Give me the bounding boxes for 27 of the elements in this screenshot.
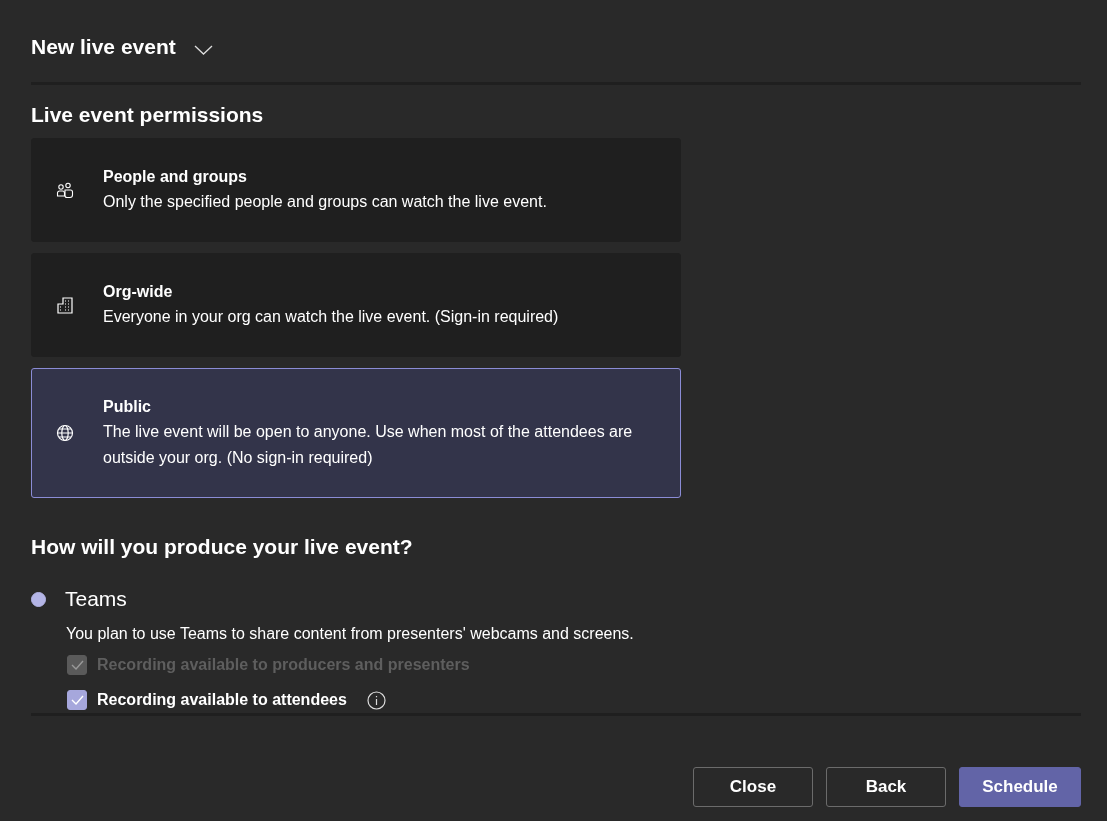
- permission-option[interactable]: People and groups Only the specified people and groups can watch the live event.: [31, 138, 681, 242]
- checkbox-label: Recording available to attendees: [97, 691, 347, 709]
- section-heading: How will you produce your live event?: [31, 535, 414, 559]
- permission-option[interactable]: Public The live event will be open to anyone. Use when most of the attendees are outside your org. (No sign-in required): [31, 368, 681, 498]
- option-description: Only the specified people and groups can watch the live event.: [103, 192, 547, 212]
- radio-button[interactable]: [31, 591, 46, 607]
- option-title: Org-wide: [103, 282, 174, 302]
- people-icon: [56, 181, 74, 199]
- option-title: Public: [103, 397, 152, 417]
- building-icon: [56, 296, 74, 314]
- option-description: The live event will be open to anyone. Use when most of the attendees are outside your org. (No sign-in required): [103, 422, 634, 468]
- option-description: Everyone in your org can watch the live event. (Sign-in required): [103, 307, 559, 327]
- section-heading: Live event permissions: [31, 103, 265, 127]
- radio-label: Teams: [65, 587, 127, 611]
- check-icon: [70, 660, 84, 670]
- dialog-button[interactable]: Schedule: [959, 767, 1081, 807]
- dialog-button[interactable]: Back: [826, 767, 946, 807]
- chevron-down-icon[interactable]: [193, 45, 213, 55]
- dialog-title: New live event: [31, 35, 176, 59]
- permission-option[interactable]: Org-wide Everyone in your org can watch the live event. (Sign-in required): [31, 253, 681, 357]
- checkbox[interactable]: [67, 690, 87, 710]
- method-description: You plan to use Teams to share content from presenters' webcams and screens.: [66, 625, 635, 643]
- info-icon[interactable]: [366, 690, 386, 710]
- option-title: People and groups: [103, 167, 248, 187]
- check-icon: [70, 695, 84, 705]
- dialog-button[interactable]: Close: [693, 767, 813, 807]
- globe-icon: [56, 424, 74, 442]
